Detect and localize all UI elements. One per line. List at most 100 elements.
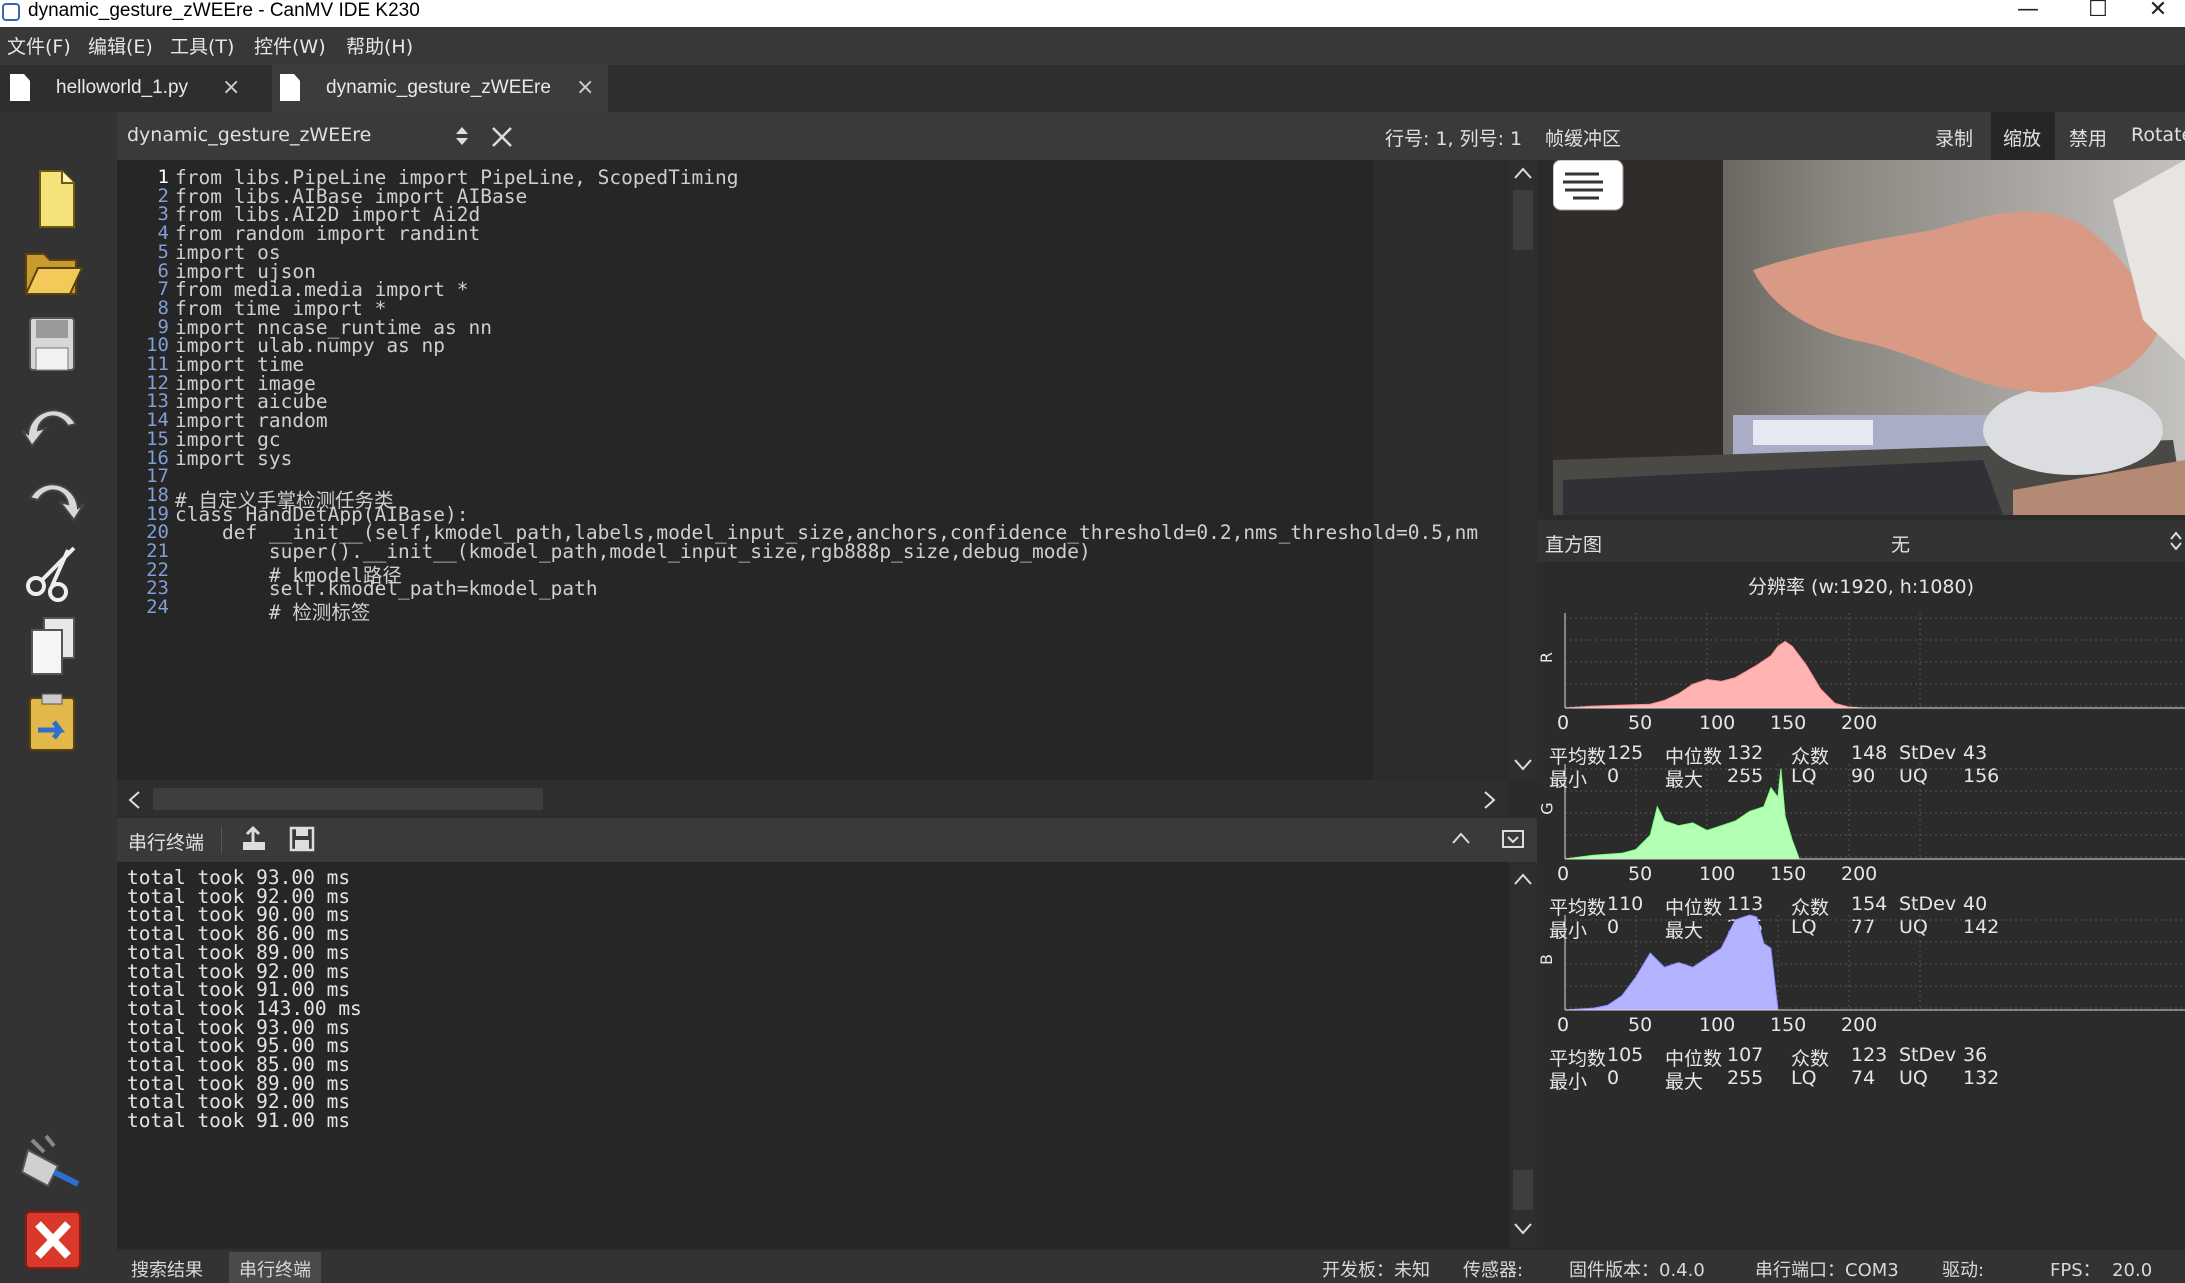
stat-value: 132 bbox=[1963, 1067, 2000, 1089]
board-status: 开发板：未知 bbox=[1322, 1260, 1430, 1281]
app-icon bbox=[2, 3, 20, 21]
editor-filename: dynamic_gesture_zWEEre bbox=[127, 124, 372, 146]
scroll-left-icon[interactable] bbox=[127, 790, 141, 810]
close-window-button[interactable]: ✕ bbox=[2126, 0, 2185, 27]
serial-port-status: 串行端口：COM3 bbox=[1755, 1260, 1899, 1281]
record-button[interactable]: 录制 bbox=[1935, 124, 1973, 151]
histogram-channels: R 0 50 100 150 200 平均数 125 中位数 132 众数 148 StDev 43 最小 0… bbox=[1537, 562, 2185, 1250]
rotate-button[interactable]: Rotate bbox=[2131, 124, 2185, 146]
tab-search-results[interactable]: 搜索结果 bbox=[121, 1252, 213, 1283]
hscroll-thumb[interactable] bbox=[153, 788, 543, 810]
scroll-thumb[interactable] bbox=[1513, 190, 1533, 250]
stat-value: 123 bbox=[1851, 1044, 1888, 1066]
title-bar: dynamic_gesture_zWEEre - CanMV IDE K230 … bbox=[0, 0, 2185, 27]
stat-value: 36 bbox=[1963, 1044, 1988, 1066]
scroll-down-icon[interactable] bbox=[1513, 758, 1533, 772]
scroll-thumb[interactable] bbox=[1513, 1170, 1533, 1210]
x-tick-label: 200 bbox=[1841, 1014, 1878, 1036]
stat-value: 255 bbox=[1727, 1067, 1764, 1089]
file-icon bbox=[280, 74, 300, 101]
close-file-icon[interactable] bbox=[491, 126, 513, 148]
stat-label: StDev bbox=[1899, 1044, 1957, 1066]
x-tick-label: 0 bbox=[1557, 1014, 1570, 1036]
open-folder-icon[interactable] bbox=[18, 240, 88, 304]
x-tick-label: 200 bbox=[1841, 863, 1878, 885]
histogram-r-plot bbox=[1564, 613, 2185, 709]
stop-icon[interactable] bbox=[18, 1208, 88, 1272]
stat-label: 最小 bbox=[1549, 1071, 1588, 1093]
connect-icon[interactable] bbox=[18, 1132, 88, 1196]
channel-label: R bbox=[1537, 651, 1557, 664]
framebuffer-title: 帧缓冲区 bbox=[1545, 128, 1622, 150]
left-toolbar bbox=[0, 112, 117, 1283]
editor-header: dynamic_gesture_zWEEre 行号: 1, 列号: 1 bbox=[117, 112, 1537, 160]
undo-icon[interactable] bbox=[18, 390, 88, 454]
terminal-title: 串行终端 bbox=[128, 832, 205, 854]
editor-hscrollbar[interactable] bbox=[117, 780, 1509, 818]
camera-frame-image bbox=[1553, 160, 2185, 515]
histogram-panel: 分辨率 (w:1920, h:1080) R 0 50 100 150 200 平均数 125… bbox=[1537, 562, 2185, 1250]
code-area[interactable]: 1 from libs.PipeLine import PipeLine, Sco… bbox=[117, 160, 1507, 780]
driver-status: 驱动: bbox=[1942, 1260, 1985, 1281]
scroll-right-icon[interactable] bbox=[1483, 790, 1497, 810]
disable-button[interactable]: 禁用 bbox=[2069, 124, 2107, 151]
code-editor[interactable]: 1 from libs.PipeLine import PipeLine, Sco… bbox=[117, 160, 1537, 818]
window-title: dynamic_gesture_zWEEre - CanMV IDE K230 bbox=[28, 0, 420, 21]
paste-icon[interactable] bbox=[18, 690, 88, 754]
tab-helloworld[interactable]: helloworld_1.py × bbox=[0, 65, 262, 112]
x-tick-label: 100 bbox=[1699, 863, 1736, 885]
tab-serial-terminal[interactable]: 串行终端 bbox=[229, 1252, 321, 1283]
divider bbox=[221, 826, 222, 854]
status-bar: 搜索结果 串行终端 开发板：未知 传感器: 固件版本：0.4.0 串行端口：CO… bbox=[117, 1250, 2185, 1283]
save-icon[interactable] bbox=[18, 312, 88, 376]
terminal-line: total took 91.00 ms bbox=[127, 1109, 351, 1133]
tab-close-icon[interactable]: × bbox=[576, 65, 594, 111]
serial-terminal[interactable]: total took 93.00 ms total took 92.00 ms to… bbox=[117, 862, 1537, 1248]
new-file-icon[interactable] bbox=[18, 167, 88, 231]
terminal-vscrollbar[interactable] bbox=[1509, 862, 1537, 1248]
firmware-status: 固件版本：0.4.0 bbox=[1569, 1260, 1705, 1281]
editor-vscrollbar[interactable] bbox=[1509, 160, 1537, 780]
zoom-button[interactable]: 缩放 bbox=[2003, 124, 2041, 151]
stat-label: UQ bbox=[1899, 1067, 1928, 1089]
copy-icon[interactable] bbox=[18, 614, 88, 678]
histogram-b-plot bbox=[1564, 914, 2185, 1011]
scroll-down-icon[interactable] bbox=[1513, 1222, 1533, 1236]
menu-help[interactable]: 帮助(H) bbox=[339, 27, 420, 65]
scroll-up-icon[interactable] bbox=[1513, 872, 1533, 886]
menu-file[interactable]: 文件(F) bbox=[0, 27, 78, 65]
collapse-up-icon[interactable] bbox=[1451, 830, 1471, 846]
stat-value: 0 bbox=[1607, 1067, 1620, 1089]
x-tick-label: 150 bbox=[1770, 863, 1807, 885]
menu-widgets[interactable]: 控件(W) bbox=[247, 27, 333, 65]
minimize-button[interactable]: — bbox=[1996, 0, 2060, 27]
menu-edit[interactable]: 编辑(E) bbox=[81, 27, 160, 65]
fps-status: FPS： 20.0 bbox=[2050, 1260, 2153, 1281]
tab-close-icon[interactable]: × bbox=[222, 65, 240, 111]
histogram-header: 直方图 无 bbox=[1537, 520, 2185, 562]
x-tick-label: 150 bbox=[1770, 712, 1807, 734]
histogram-area bbox=[1564, 914, 1864, 1011]
terminal-header: 串行终端 bbox=[117, 818, 1537, 862]
tab-dynamic-gesture[interactable]: dynamic_gesture_zWEEre × bbox=[272, 65, 608, 112]
scroll-up-icon[interactable] bbox=[1513, 166, 1533, 180]
redo-icon[interactable] bbox=[18, 464, 88, 528]
sensor-status: 传感器: bbox=[1463, 1260, 1524, 1281]
file-switch-icon[interactable] bbox=[453, 124, 471, 148]
save-terminal-icon[interactable] bbox=[287, 824, 317, 854]
histogram-mode-select[interactable]: 无 bbox=[1891, 530, 1910, 557]
mode-spin-icon[interactable] bbox=[2169, 530, 2183, 552]
maximize-button[interactable]: ☐ bbox=[2066, 0, 2130, 27]
terminal-output[interactable]: total took 93.00 ms total took 92.00 ms to… bbox=[117, 862, 1507, 1248]
line-number: 24 bbox=[146, 596, 169, 619]
framebuffer-view[interactable] bbox=[1537, 160, 2185, 515]
cut-icon[interactable] bbox=[18, 540, 88, 604]
x-tick-label: 0 bbox=[1557, 712, 1570, 734]
menu-bar: 文件(F) 编辑(E) 工具(T) 控件(W) 帮助(H) bbox=[0, 27, 2185, 65]
clear-terminal-icon[interactable] bbox=[239, 824, 269, 854]
hide-panel-icon[interactable] bbox=[1501, 828, 1525, 850]
channel-label: G bbox=[1537, 802, 1557, 815]
file-icon bbox=[10, 74, 30, 101]
menu-tools[interactable]: 工具(T) bbox=[163, 27, 241, 65]
cursor-position: 行号: 1, 列号: 1 bbox=[1385, 128, 1523, 150]
